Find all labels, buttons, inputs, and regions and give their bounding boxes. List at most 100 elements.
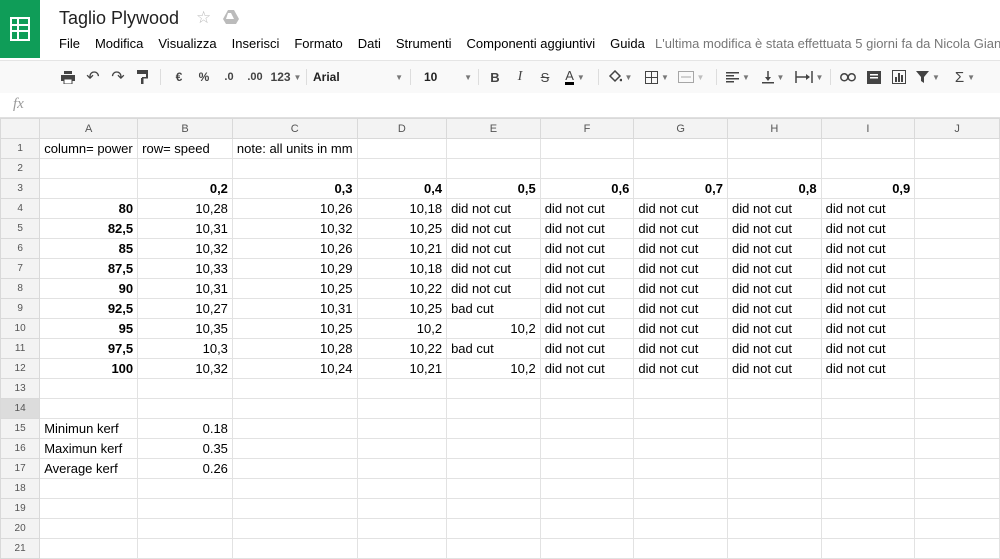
text-color-button[interactable]: A ▼ [561, 61, 589, 93]
menu-componenti-aggiuntivi[interactable]: Componenti aggiuntivi [467, 36, 596, 54]
cell-i15[interactable] [820, 418, 916, 439]
column-header-e[interactable]: E [446, 118, 541, 139]
cell-i7[interactable]: did not cut [820, 258, 916, 279]
menu-modifica[interactable]: Modifica [95, 36, 143, 54]
cell-h18[interactable] [726, 478, 822, 499]
formula-input[interactable] [46, 95, 990, 115]
row-header[interactable]: 10 [0, 318, 41, 339]
format-percent-button[interactable]: % [195, 61, 213, 93]
cell-g13[interactable] [633, 378, 728, 399]
cell-c3[interactable]: 0,3 [231, 178, 358, 199]
cell-f15[interactable] [539, 418, 635, 439]
cell-f18[interactable] [539, 478, 635, 499]
cell-f1[interactable] [539, 138, 635, 159]
row-header[interactable]: 6 [0, 238, 41, 259]
column-header-g[interactable]: G [633, 118, 728, 139]
cell-b12[interactable]: 10,32 [137, 358, 233, 379]
cell-e11[interactable]: bad cut [446, 338, 541, 359]
menu-formato[interactable]: Formato [294, 36, 342, 54]
row-header[interactable]: 20 [0, 518, 41, 539]
cell-c13[interactable] [231, 378, 358, 399]
cell-b9[interactable]: 10,27 [137, 298, 233, 319]
format-currency-button[interactable]: € [170, 61, 188, 93]
cell-b19[interactable] [137, 498, 233, 519]
cell-e20[interactable] [446, 518, 541, 539]
sheets-logo-icon[interactable] [0, 0, 40, 58]
cell-e19[interactable] [446, 498, 541, 519]
borders-button[interactable]: ▼ [642, 61, 672, 93]
cell-g15[interactable] [633, 418, 728, 439]
menu-inserisci[interactable]: Inserisci [232, 36, 280, 54]
cell-a10[interactable]: 95 [39, 318, 139, 339]
cell-j16[interactable] [914, 438, 1000, 459]
cell-a6[interactable]: 85 [39, 238, 139, 259]
cell-d16[interactable] [356, 438, 448, 459]
row-header[interactable]: 9 [0, 298, 41, 319]
cell-c10[interactable]: 10,25 [231, 318, 358, 339]
cell-c4[interactable]: 10,26 [231, 198, 358, 219]
cell-a11[interactable]: 97,5 [39, 338, 139, 359]
text-wrapping-button[interactable]: ▼ [792, 61, 826, 93]
cell-i19[interactable] [820, 498, 916, 519]
cell-b20[interactable] [137, 518, 233, 539]
row-header[interactable]: 12 [0, 358, 41, 379]
cell-i6[interactable]: did not cut [820, 238, 916, 259]
cell-a15[interactable]: Minimun kerf [39, 418, 139, 439]
cell-g16[interactable] [633, 438, 728, 459]
cell-j13[interactable] [914, 378, 1000, 399]
cell-i8[interactable]: did not cut [820, 278, 916, 299]
column-header-a[interactable]: A [39, 118, 139, 139]
cell-c19[interactable] [231, 498, 358, 519]
cell-b17[interactable]: 0.26 [137, 458, 233, 479]
cell-a5[interactable]: 82,5 [39, 218, 139, 239]
cell-a13[interactable] [39, 378, 139, 399]
insert-link-icon[interactable] [838, 61, 858, 93]
cell-i1[interactable] [820, 138, 916, 159]
select-all-corner[interactable] [0, 118, 41, 139]
cell-h9[interactable]: did not cut [726, 298, 822, 319]
cell-i13[interactable] [820, 378, 916, 399]
row-header[interactable]: 14 [0, 398, 41, 419]
cell-h2[interactable] [726, 158, 822, 179]
cell-e16[interactable] [446, 438, 541, 459]
cell-h7[interactable]: did not cut [726, 258, 822, 279]
cell-d19[interactable] [356, 498, 448, 519]
horizontal-align-button[interactable]: ▼ [723, 61, 753, 93]
menu-dati[interactable]: Dati [358, 36, 381, 54]
cell-j19[interactable] [914, 498, 1000, 519]
star-icon[interactable]: ☆ [196, 8, 211, 28]
cell-d12[interactable]: 10,21 [356, 358, 448, 379]
cell-b2[interactable] [137, 158, 233, 179]
cell-i12[interactable]: did not cut [820, 358, 916, 379]
cell-c5[interactable]: 10,32 [231, 218, 358, 239]
cell-a20[interactable] [39, 518, 139, 539]
cell-g18[interactable] [633, 478, 728, 499]
cell-f16[interactable] [539, 438, 635, 459]
cell-h20[interactable] [726, 518, 822, 539]
cell-i2[interactable] [820, 158, 916, 179]
cell-d15[interactable] [356, 418, 448, 439]
cell-b16[interactable]: 0.35 [137, 438, 233, 459]
cell-j7[interactable] [914, 258, 1000, 279]
row-header[interactable]: 19 [0, 498, 41, 519]
row-header[interactable]: 2 [0, 158, 41, 179]
row-header[interactable]: 5 [0, 218, 41, 239]
cell-h8[interactable]: did not cut [726, 278, 822, 299]
column-header-b[interactable]: B [137, 118, 233, 139]
print-icon[interactable] [58, 61, 78, 93]
row-header[interactable]: 13 [0, 378, 41, 399]
cell-e1[interactable] [446, 138, 541, 159]
cell-a17[interactable]: Average kerf [39, 458, 139, 479]
cell-j11[interactable] [914, 338, 1000, 359]
cell-j6[interactable] [914, 238, 1000, 259]
cell-c16[interactable] [231, 438, 358, 459]
cell-a9[interactable]: 92,5 [39, 298, 139, 319]
cell-e9[interactable]: bad cut [446, 298, 541, 319]
cell-h17[interactable] [726, 458, 822, 479]
cell-b15[interactable]: 0.18 [137, 418, 233, 439]
cell-c17[interactable] [231, 458, 358, 479]
cell-f14[interactable] [539, 398, 635, 419]
cell-j2[interactable] [914, 158, 1000, 179]
cell-a12[interactable]: 100 [39, 358, 139, 379]
cell-g5[interactable]: did not cut [633, 218, 728, 239]
